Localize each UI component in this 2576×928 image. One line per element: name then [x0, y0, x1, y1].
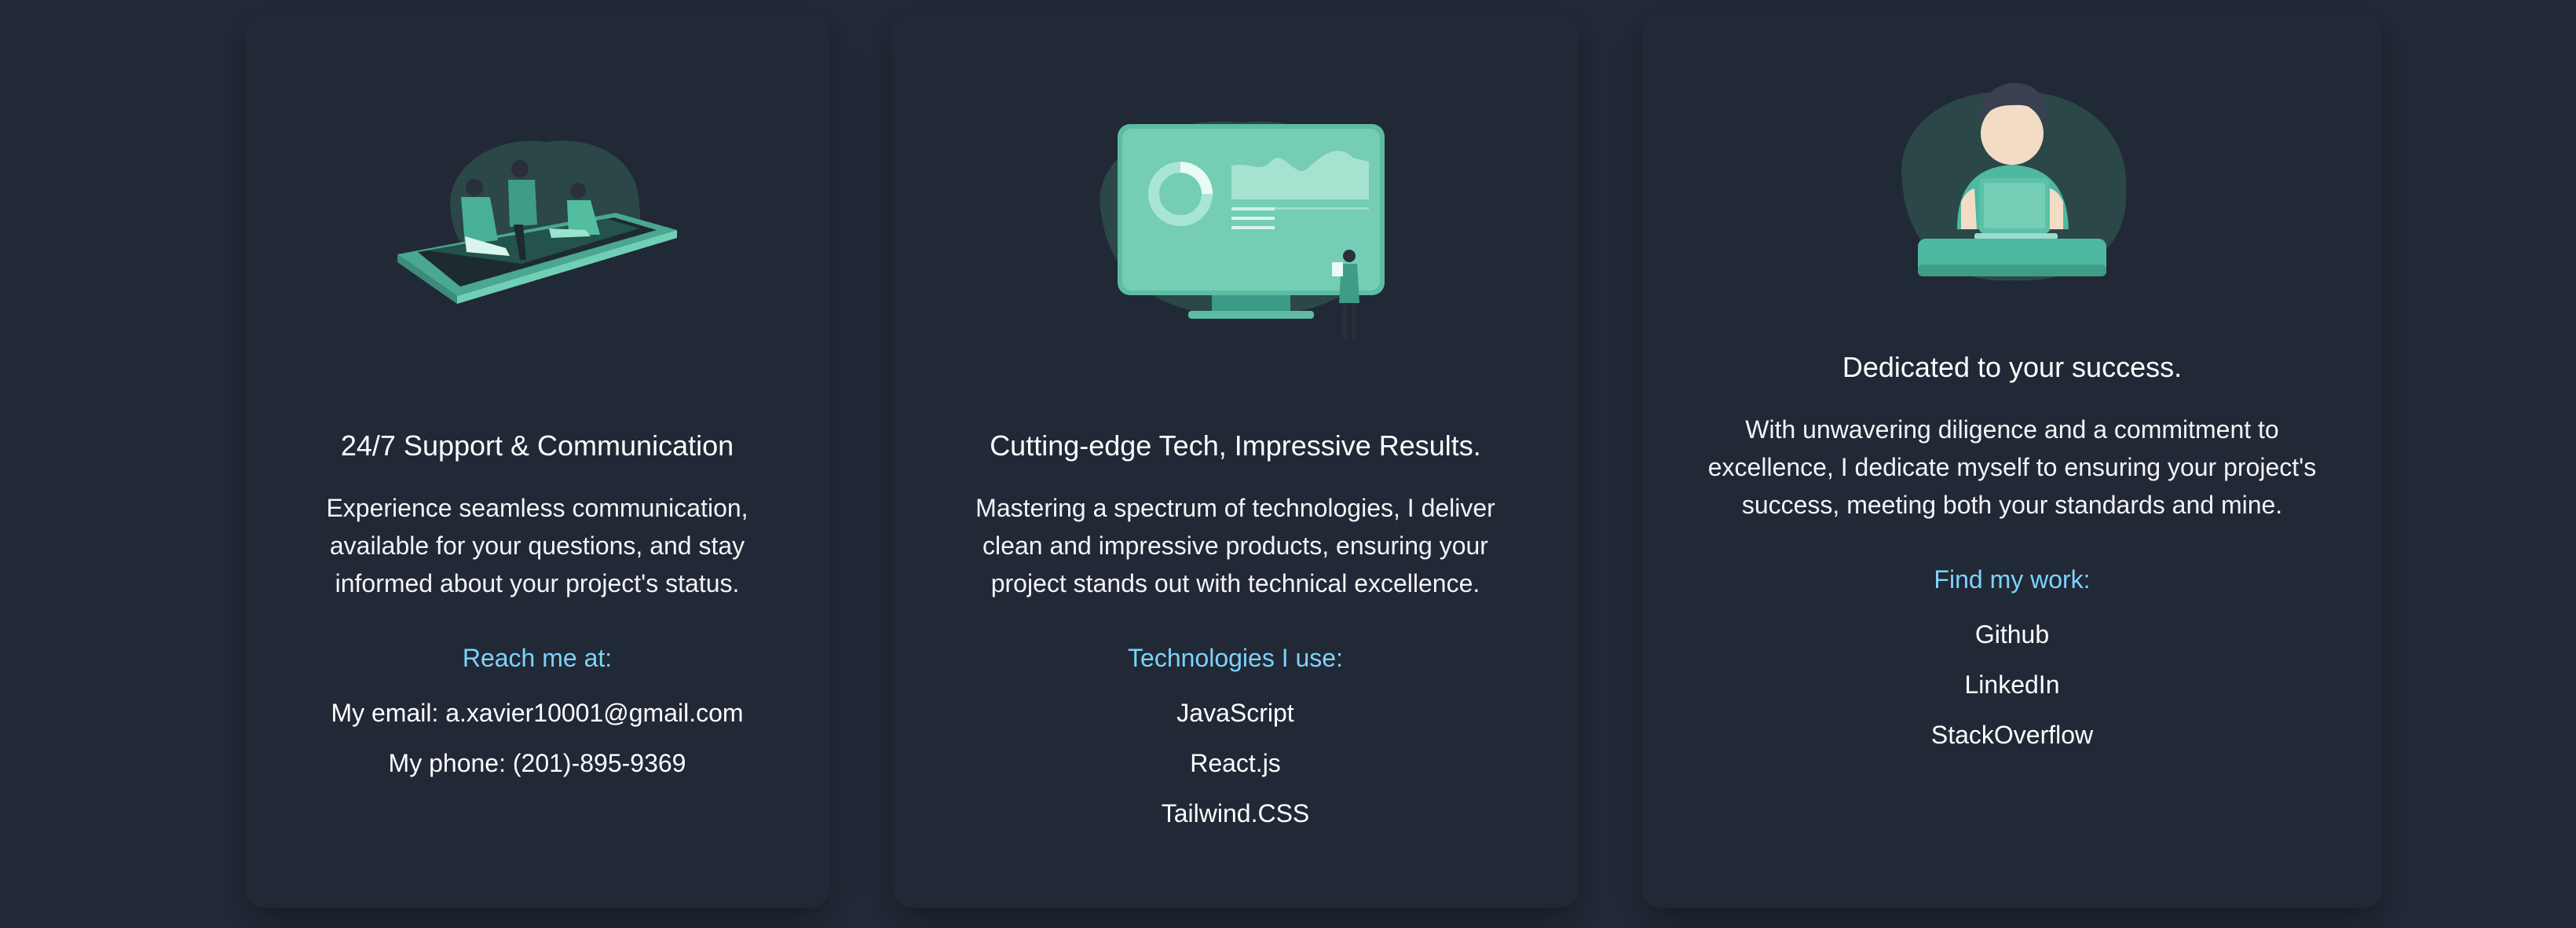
linkedin-link[interactable]: LinkedIn — [1641, 666, 2383, 716]
developer-laptop-illustration — [1901, 82, 2127, 281]
phone-contact[interactable]: My phone: (201)-895-9369 — [245, 744, 829, 795]
technology-item: React.js — [1190, 749, 1281, 777]
success-card: Dedicated to your success. With unwaveri… — [1641, 13, 2383, 908]
work-links-list: Github LinkedIn StackOverflow — [1641, 616, 2383, 766]
find-my-work-label: Find my work: — [1934, 565, 2091, 594]
email-contact[interactable]: My email: a.xavier10001@gmail.com — [245, 694, 829, 744]
stackoverflow-link[interactable]: StackOverflow — [1641, 716, 2383, 766]
support-card: 24/7 Support & Communication Experience … — [245, 13, 829, 908]
card-title: Dedicated to your success. — [1842, 351, 2183, 383]
card-title: 24/7 Support & Communication — [340, 429, 734, 462]
card-description: Experience seamless communication, avail… — [326, 494, 748, 597]
tech-card: Cutting-edge Tech, Impressive Results. M… — [892, 13, 1579, 908]
card-description: Mastering a spectrum of technologies, I … — [975, 494, 1495, 597]
technologies-list: JavaScript React.js Tailwind.CSS — [892, 694, 1579, 845]
technology-item: JavaScript — [1176, 699, 1294, 727]
technologies-label: Technologies I use: — [1128, 644, 1343, 672]
card-description: With unwavering diligence and a commitme… — [1707, 415, 2317, 519]
monitor-dashboard-illustration — [1100, 121, 1385, 338]
reach-me-label: Reach me at: — [462, 644, 613, 672]
card-title: Cutting-edge Tech, Impressive Results. — [990, 429, 1481, 462]
github-link[interactable]: Github — [1641, 616, 2383, 666]
technology-item: Tailwind.CSS — [1161, 799, 1310, 828]
contact-list: My email: a.xavier10001@gmail.com My pho… — [245, 694, 829, 795]
team-on-phone-illustration — [397, 141, 677, 304]
